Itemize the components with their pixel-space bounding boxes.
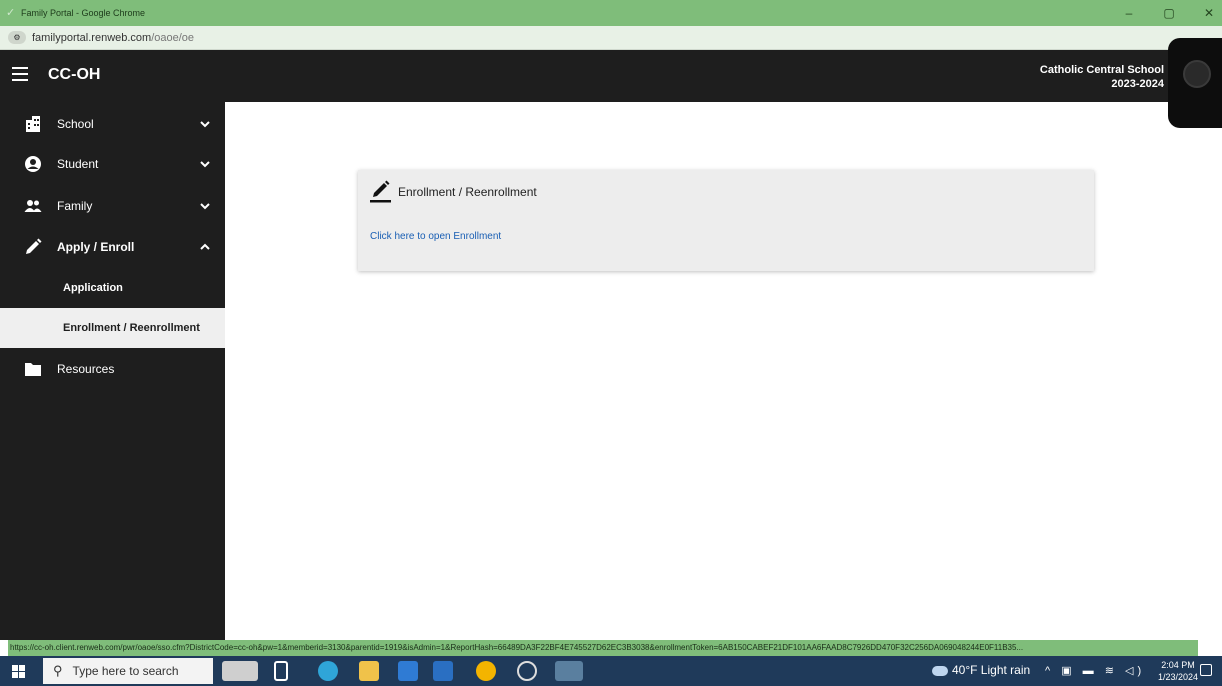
weather-widget[interactable]: 40°F Light rain bbox=[932, 663, 1030, 677]
chevron-up-icon bbox=[200, 243, 210, 250]
url-text[interactable]: familyportal.renweb.com/oaoe/oe bbox=[32, 32, 194, 44]
clock-time: 2:04 PM bbox=[1161, 660, 1195, 670]
file-explorer-icon[interactable] bbox=[359, 661, 379, 681]
edit-icon bbox=[370, 180, 391, 203]
search-placeholder: Type here to search bbox=[72, 664, 179, 678]
sidebar-item-resources[interactable]: Resources bbox=[0, 349, 225, 389]
browser-title-bar: ✓ Family Portal - Google Chrome – ▢ ✕ bbox=[0, 0, 1222, 26]
chevron-down-icon bbox=[200, 161, 210, 168]
avatar[interactable] bbox=[1183, 60, 1211, 88]
clock[interactable]: 2:04 PM 1/23/2024 bbox=[1154, 659, 1202, 683]
notification-icon[interactable] bbox=[1200, 664, 1212, 676]
school-info: Catholic Central School 2023-2024 bbox=[1040, 63, 1164, 91]
window-controls: – ▢ ✕ bbox=[1122, 0, 1216, 26]
minimize-button[interactable]: – bbox=[1122, 6, 1136, 20]
edge-icon[interactable] bbox=[318, 661, 338, 681]
sidebar-item-school[interactable]: School bbox=[0, 104, 225, 144]
chrome-profile-icon[interactable] bbox=[555, 661, 583, 681]
card-title: Enrollment / Reenrollment bbox=[398, 185, 537, 199]
clock-date: 1/23/2024 bbox=[1157, 672, 1199, 682]
sidebar-subitem-label: Enrollment / Reenrollment bbox=[63, 322, 200, 334]
settings-app-icon[interactable] bbox=[517, 661, 537, 681]
chrome-app-icon: ✓ bbox=[6, 7, 16, 19]
school-name: Catholic Central School bbox=[1039, 64, 1164, 76]
pencil-icon bbox=[26, 238, 42, 254]
chevron-down-icon bbox=[200, 121, 210, 128]
sidebar-item-apply-enroll[interactable]: Apply / Enroll bbox=[0, 227, 225, 267]
task-view-icon[interactable] bbox=[274, 661, 288, 681]
windows-start-icon[interactable] bbox=[12, 665, 25, 678]
url-host: familyportal.renweb.com bbox=[32, 31, 152, 44]
zebra-widget-icon[interactable] bbox=[222, 661, 258, 681]
weather-text: 40°F Light rain bbox=[952, 663, 1031, 677]
app-header: CC-OH Catholic Central School 2023-2024 bbox=[0, 50, 1222, 102]
sidebar-item-label: Apply / Enroll bbox=[57, 240, 135, 254]
sidebar-item-label: Resources bbox=[57, 362, 115, 376]
store-icon[interactable] bbox=[398, 661, 418, 681]
enrollment-card: Enrollment / Reenrollment Click here to … bbox=[358, 170, 1094, 271]
taskbar: ⚲ Type here to search 40°F Light rain ^ … bbox=[0, 656, 1222, 686]
window-title: Family Portal - Google Chrome bbox=[21, 8, 146, 18]
sidebar: School Student Family Apply / Enroll App… bbox=[0, 102, 225, 640]
taskbar-search[interactable]: ⚲ Type here to search bbox=[43, 658, 213, 684]
chrome-icon[interactable] bbox=[476, 661, 496, 681]
card-header: Enrollment / Reenrollment bbox=[370, 180, 537, 204]
app-brand: CC-OH bbox=[48, 66, 101, 83]
sidebar-subitem-label: Application bbox=[63, 282, 123, 294]
sidebar-item-label: Student bbox=[57, 157, 99, 171]
site-info-icon[interactable]: ⚙ bbox=[8, 31, 26, 44]
close-button[interactable]: ✕ bbox=[1202, 6, 1216, 20]
address-bar[interactable]: ⚙ familyportal.renweb.com/oaoe/oe bbox=[0, 26, 1222, 50]
search-icon: ⚲ bbox=[53, 663, 63, 678]
menu-icon[interactable] bbox=[12, 67, 28, 81]
sidebar-item-label: School bbox=[57, 117, 94, 131]
url-path: /oaoe/oe bbox=[151, 31, 195, 44]
restore-button[interactable]: ▢ bbox=[1162, 6, 1176, 20]
sidebar-item-student[interactable]: Student bbox=[0, 144, 225, 184]
user-circle-icon bbox=[25, 156, 41, 172]
folder-icon bbox=[25, 363, 41, 376]
sidebar-subitem-enrollment[interactable]: Enrollment / Reenrollment bbox=[0, 308, 225, 348]
sidebar-item-family[interactable]: Family bbox=[0, 186, 225, 226]
school-year: 2023-2024 bbox=[1111, 78, 1164, 90]
status-url: https://cc-oh.client.renweb.com/pwr/oaoe… bbox=[8, 640, 1198, 656]
user-avatar-area[interactable] bbox=[1168, 38, 1222, 128]
mail-icon[interactable] bbox=[433, 661, 453, 681]
tray-icons[interactable]: ^ ▣ ▬ ≋ ◁) bbox=[1045, 664, 1145, 677]
chevron-down-icon bbox=[200, 203, 210, 210]
building-icon bbox=[26, 116, 40, 132]
people-icon bbox=[24, 200, 42, 212]
cloud-icon bbox=[932, 665, 948, 676]
open-enrollment-link[interactable]: Click here to open Enrollment bbox=[370, 231, 501, 242]
sidebar-item-label: Family bbox=[57, 199, 93, 213]
sidebar-subitem-application[interactable]: Application bbox=[0, 268, 225, 308]
